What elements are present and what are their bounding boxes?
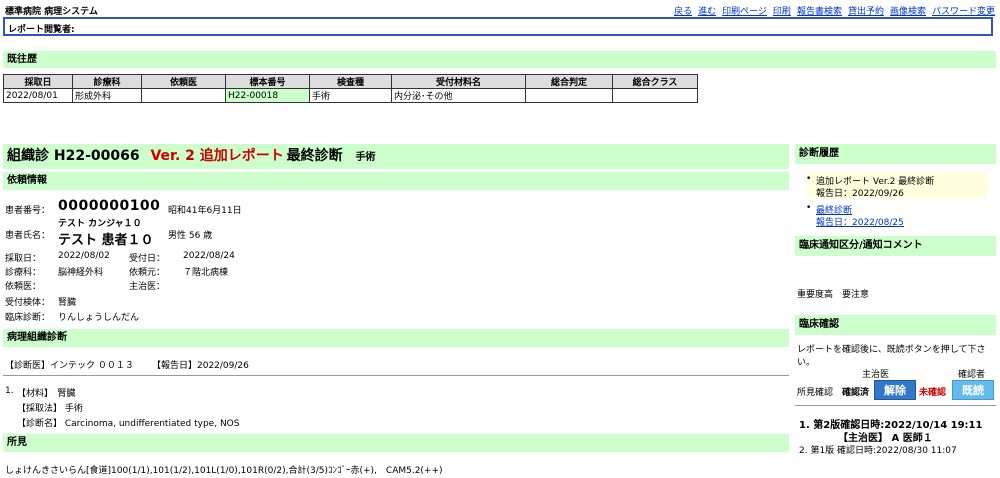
- cancel-confirm-button[interactable]: 解除: [874, 380, 916, 400]
- nav-back-link[interactable]: 戻る: [674, 7, 692, 17]
- history-header-cell: 受付材料名: [391, 74, 526, 89]
- diagnosis-material: 【材料】 腎臓: [17, 389, 76, 399]
- patient-number: 0000000100: [58, 198, 161, 214]
- confirm-section-header: 臨床確認: [795, 315, 996, 335]
- specimen-label: 受付検体：: [5, 298, 51, 308]
- findings-text: しょけんきさいらん[食道]100(1/1),101(1/2),101L(1/0)…: [5, 466, 443, 476]
- report-heading-status: 最終診断: [286, 148, 343, 164]
- table-row[interactable]: 2022/08/01 形成外科 H22-00018 手術 内分泌･その他: [3, 88, 698, 103]
- history-header-cell: 診療科: [72, 74, 142, 89]
- report-viewer-label: レポート閲覧者:: [8, 25, 75, 35]
- diag-history-item-current-date: 報告日：2022/09/26: [816, 189, 904, 199]
- patient-kana: テスト カンジャ１０: [58, 219, 142, 229]
- clinical-notice-text: 重要度高 要注意: [797, 290, 870, 300]
- nav-print-page-link[interactable]: 印刷ページ: [722, 7, 767, 17]
- diag-history-item-link-date[interactable]: 報告日：2022/08/25: [816, 215, 904, 228]
- dept-value: 脳神経外科: [58, 268, 104, 278]
- patient-name-label: 患者氏名：: [5, 231, 51, 241]
- findings-section-header: 所見: [3, 434, 789, 452]
- receive-date: 2022/08/24: [183, 251, 235, 261]
- top-navigation: 戻る 進む 印刷ページ 印刷 報告書検索 貸出予約 画像検索 パスワード変更: [668, 4, 995, 17]
- nav-lending-reservation-link[interactable]: 貸出予約: [848, 7, 884, 17]
- source-value: ７階北病棟: [183, 268, 229, 278]
- patient-name: テスト 患者１０: [58, 233, 154, 248]
- confirmer-header: 確認者: [958, 370, 986, 380]
- history-header-cell: 標本番号: [225, 74, 310, 89]
- report-heading-type: 手術: [355, 152, 376, 163]
- clinical-diagnosis-value: りんしょうしんだん: [58, 313, 140, 323]
- bullet-icon: •: [806, 203, 812, 213]
- receive-date-label: 受付日：: [129, 254, 166, 264]
- nav-image-search-link[interactable]: 画像検索: [890, 7, 926, 17]
- history-table: 採取日 診療科 依頼医 標本番号 検査種 受付材料名 総合判定 総合クラス 20…: [3, 74, 698, 103]
- history-title: 既往歴: [7, 54, 37, 65]
- history-cell-class: [612, 88, 698, 103]
- pathology-section-header: 病理組織診断: [3, 329, 789, 347]
- confirmer-status: 未確認: [919, 388, 947, 398]
- pathology-divider: [3, 375, 789, 376]
- attending-header: 主治医: [862, 370, 890, 380]
- diag-history-title: 診断履歴: [799, 148, 839, 159]
- report-heading-version: Ver. 2 追加レポート: [150, 148, 284, 164]
- source-label: 依頼元：: [129, 268, 166, 278]
- bullet-icon: •: [806, 174, 812, 184]
- history-cell-date: 2022/08/01: [3, 88, 73, 103]
- history-header-cell: 総合判定: [525, 74, 613, 89]
- patient-birthdate: 昭和41年6月11日: [168, 206, 242, 216]
- nav-report-search-link[interactable]: 報告書検索: [797, 7, 842, 17]
- history-header-cell: 採取日: [3, 74, 73, 89]
- history-cell-judgement: [525, 88, 613, 103]
- request-title: 依頼情報: [7, 175, 47, 186]
- pathology-report-date: 【報告日】2022/09/26: [152, 361, 249, 371]
- report-heading-id: 組織診 H22-00066: [7, 148, 140, 164]
- nav-forward-link[interactable]: 進む: [698, 7, 716, 17]
- request-section-header: 依頼情報: [3, 172, 789, 190]
- diagnosis-name: 【診断名】 Carcinoma, undifferentiated type, …: [17, 419, 240, 429]
- specimen-value: 腎臓: [58, 298, 77, 308]
- diagnosing-doctor: 【診断医】インテック ００１３: [5, 361, 134, 371]
- collect-date: 2022/08/02: [58, 251, 110, 261]
- nav-print-link[interactable]: 印刷: [773, 7, 791, 17]
- clinical-notice-section-header: 臨床通知区分/通知コメント: [795, 236, 996, 256]
- history-section-header: 既往歴: [3, 51, 996, 68]
- confirm-log-entry-1-doctor: 【主治医】 A 医師１: [838, 433, 933, 444]
- confirm-log-entry-2: 2. 第1版 確認日時:2022/08/30 11:07: [799, 446, 957, 456]
- attending-confirm-status: 確認済: [842, 388, 870, 398]
- confirm-divider: [795, 405, 996, 406]
- history-header-cell: 総合クラス: [612, 74, 698, 89]
- history-cell-exam-type: 手術: [309, 88, 392, 103]
- pathology-title: 病理組織診断: [7, 332, 67, 343]
- diagnosis-method: 【採取法】 手術: [17, 404, 83, 414]
- patient-no-label: 患者番号：: [5, 206, 51, 216]
- read-button[interactable]: 既読: [952, 380, 994, 400]
- collect-date-label: 採取日：: [5, 254, 42, 264]
- finding-confirm-label: 所見確認: [797, 388, 834, 398]
- history-cell-material: 内分泌･その他: [391, 88, 526, 103]
- history-cell-specimen-no[interactable]: H22-00018: [225, 88, 310, 103]
- attending-doctor-label: 主治医：: [129, 282, 166, 292]
- history-header-cell: 依頼医: [141, 74, 226, 89]
- confirm-title: 臨床確認: [799, 319, 839, 330]
- request-doctor-label: 依頼医：: [5, 282, 42, 292]
- diag-history-section-header: 診断履歴: [795, 144, 996, 164]
- clinical-diagnosis-label: 臨床診断：: [5, 313, 51, 323]
- findings-title: 所見: [7, 437, 27, 448]
- patient-sex-age: 男性 56 歳: [168, 231, 213, 241]
- confirm-instruction: レポートを確認後に、既読ボタンを押して下さい。: [797, 345, 986, 368]
- history-cell-dept: 形成外科: [72, 88, 142, 103]
- nav-password-change-link[interactable]: パスワード変更: [932, 7, 995, 17]
- app-title: 標準病院 病理システム: [5, 7, 98, 17]
- clinical-notice-title: 臨床通知区分/通知コメント: [799, 240, 923, 251]
- history-header-cell: 検査種: [309, 74, 392, 89]
- dept-label: 診療科：: [5, 268, 42, 278]
- history-table-header-row: 採取日 診療科 依頼医 標本番号 検査種 受付材料名 総合判定 総合クラス: [3, 74, 698, 89]
- diagnosis-item-number: 1.: [5, 386, 14, 396]
- report-viewer-box: レポート閲覧者:: [3, 17, 993, 36]
- history-cell-doctor: [141, 88, 226, 103]
- report-heading: 組織診 H22-00066 Ver. 2 追加レポート 最終診断 手術: [3, 144, 789, 169]
